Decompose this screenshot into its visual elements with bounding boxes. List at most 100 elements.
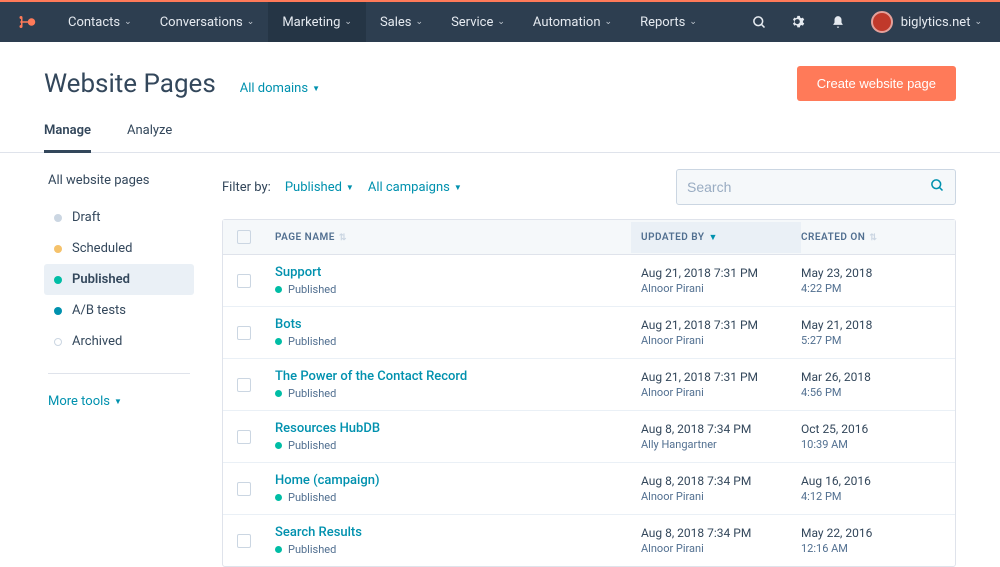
nav-reports[interactable]: Reports⌄ bbox=[626, 2, 711, 42]
updated-by: Alnoor Pirani bbox=[641, 334, 791, 347]
status-badge: Published bbox=[275, 283, 631, 296]
created-date: May 23, 2018 bbox=[801, 266, 941, 280]
status-dot-icon bbox=[54, 245, 62, 253]
row-checkbox[interactable] bbox=[237, 274, 251, 288]
table-header: PAGE NAME⇅ UPDATED BY▼ CREATED ON⇅ bbox=[223, 220, 955, 255]
col-header-updated[interactable]: UPDATED BY▼ bbox=[631, 222, 801, 253]
tab-manage[interactable]: Manage bbox=[44, 115, 91, 153]
main-panel: Filter by: Published▼ All campaigns▼ PAG… bbox=[222, 173, 956, 567]
sidebar-item-published[interactable]: Published bbox=[44, 264, 194, 295]
created-time: 4:56 PM bbox=[801, 386, 941, 399]
account-menu[interactable]: biglytics.net ⌄ bbox=[857, 11, 982, 33]
updated-by: Alnoor Pirani bbox=[641, 282, 791, 295]
updated-date: Aug 8, 2018 7:34 PM bbox=[641, 474, 791, 488]
chevron-down-icon: ⌄ bbox=[344, 17, 352, 27]
created-date: May 22, 2016 bbox=[801, 526, 941, 540]
chevron-down-icon: ⌄ bbox=[974, 17, 982, 27]
settings-icon[interactable] bbox=[779, 14, 819, 30]
search-icon[interactable] bbox=[930, 178, 945, 197]
filter-campaigns[interactable]: All campaigns▼ bbox=[368, 180, 462, 195]
pages-table: PAGE NAME⇅ UPDATED BY▼ CREATED ON⇅ Suppo… bbox=[222, 219, 956, 567]
created-time: 10:39 AM bbox=[801, 438, 941, 451]
status-dot-icon bbox=[54, 307, 62, 315]
table-row: Bots Published Aug 21, 2018 7:31 PM Alnoo… bbox=[223, 307, 955, 359]
nav-conversations[interactable]: Conversations⌄ bbox=[146, 2, 269, 42]
chevron-down-icon: ⌄ bbox=[247, 17, 255, 27]
status-dot-icon bbox=[275, 494, 282, 501]
row-checkbox[interactable] bbox=[237, 534, 251, 548]
sidebar-item-scheduled[interactable]: Scheduled bbox=[44, 233, 194, 264]
updated-by: Ally Hangartner bbox=[641, 438, 791, 451]
updated-by: Alnoor Pirani bbox=[641, 386, 791, 399]
status-dot-icon bbox=[275, 442, 282, 449]
search-icon[interactable] bbox=[740, 15, 779, 30]
page-link[interactable]: Resources HubDB bbox=[275, 421, 631, 436]
notifications-icon[interactable] bbox=[819, 14, 857, 30]
nav-automation[interactable]: Automation⌄ bbox=[519, 2, 626, 42]
status-dot-icon bbox=[275, 390, 282, 397]
created-date: Mar 26, 2018 bbox=[801, 370, 941, 384]
row-checkbox[interactable] bbox=[237, 430, 251, 444]
page-link[interactable]: Support bbox=[275, 265, 631, 280]
created-time: 5:27 PM bbox=[801, 334, 941, 347]
filter-row: Filter by: Published▼ All campaigns▼ bbox=[222, 169, 956, 205]
updated-date: Aug 21, 2018 7:31 PM bbox=[641, 318, 791, 332]
status-badge: Published bbox=[275, 335, 631, 348]
created-time: 4:12 PM bbox=[801, 490, 941, 503]
table-row: Home (campaign) Published Aug 8, 2018 7:… bbox=[223, 463, 955, 515]
nav-marketing[interactable]: Marketing⌄ bbox=[268, 2, 366, 42]
updated-date: Aug 8, 2018 7:34 PM bbox=[641, 422, 791, 436]
sort-icon: ⇅ bbox=[339, 233, 347, 243]
sidebar-item-archived[interactable]: Archived bbox=[44, 326, 194, 357]
select-all-checkbox[interactable] bbox=[237, 230, 251, 244]
row-checkbox[interactable] bbox=[237, 482, 251, 496]
col-header-name[interactable]: PAGE NAME⇅ bbox=[275, 232, 631, 243]
nav-sales[interactable]: Sales⌄ bbox=[366, 2, 437, 42]
chevron-down-icon: ⌄ bbox=[124, 17, 132, 27]
status-dot-icon bbox=[275, 546, 282, 553]
page-header: Website Pages All domains▼ Create websit… bbox=[0, 42, 1000, 101]
status-dot-icon bbox=[54, 276, 62, 284]
status-badge: Published bbox=[275, 491, 631, 504]
nav-contacts[interactable]: Contacts⌄ bbox=[54, 2, 146, 42]
row-checkbox[interactable] bbox=[237, 378, 251, 392]
created-date: May 21, 2018 bbox=[801, 318, 941, 332]
search-box[interactable] bbox=[676, 169, 956, 205]
chevron-down-icon: ⌄ bbox=[497, 17, 505, 27]
page-link[interactable]: The Power of the Contact Record bbox=[275, 369, 631, 384]
updated-date: Aug 21, 2018 7:31 PM bbox=[641, 266, 791, 280]
divider bbox=[48, 373, 190, 374]
sort-icon: ⇅ bbox=[869, 233, 877, 243]
sidebar-item-draft[interactable]: Draft bbox=[44, 202, 194, 233]
chevron-down-icon: ⌄ bbox=[605, 17, 613, 27]
created-time: 4:22 PM bbox=[801, 282, 941, 295]
row-checkbox[interactable] bbox=[237, 326, 251, 340]
col-header-created[interactable]: CREATED ON⇅ bbox=[801, 232, 941, 243]
sidebar-item-abtests[interactable]: A/B tests bbox=[44, 295, 194, 326]
page-link[interactable]: Home (campaign) bbox=[275, 473, 631, 488]
filter-published[interactable]: Published▼ bbox=[285, 180, 354, 195]
status-dot-icon bbox=[54, 338, 62, 346]
more-tools[interactable]: More tools▼ bbox=[44, 390, 194, 413]
hubspot-logo[interactable] bbox=[18, 13, 36, 31]
table-row: Resources HubDB Published Aug 8, 2018 7:… bbox=[223, 411, 955, 463]
status-dot-icon bbox=[275, 338, 282, 345]
sidebar: All website pages Draft Scheduled Publis… bbox=[44, 173, 194, 567]
status-dot-icon bbox=[54, 214, 62, 222]
page-link[interactable]: Search Results bbox=[275, 525, 631, 540]
create-page-button[interactable]: Create website page bbox=[797, 66, 956, 101]
status-badge: Published bbox=[275, 543, 631, 556]
status-badge: Published bbox=[275, 439, 631, 452]
sort-icon: ▼ bbox=[708, 233, 717, 243]
main-navbar: Contacts⌄ Conversations⌄ Marketing⌄ Sale… bbox=[0, 2, 1000, 42]
search-input[interactable] bbox=[687, 179, 930, 195]
avatar bbox=[871, 11, 893, 33]
page-link[interactable]: Bots bbox=[275, 317, 631, 332]
nav-service[interactable]: Service⌄ bbox=[437, 2, 519, 42]
sidebar-title: All website pages bbox=[44, 173, 194, 188]
filter-label: Filter by: bbox=[222, 180, 271, 195]
created-date: Oct 25, 2016 bbox=[801, 422, 941, 436]
tab-analyze[interactable]: Analyze bbox=[127, 115, 172, 152]
domain-filter[interactable]: All domains▼ bbox=[240, 81, 320, 96]
updated-by: Alnoor Pirani bbox=[641, 542, 791, 555]
